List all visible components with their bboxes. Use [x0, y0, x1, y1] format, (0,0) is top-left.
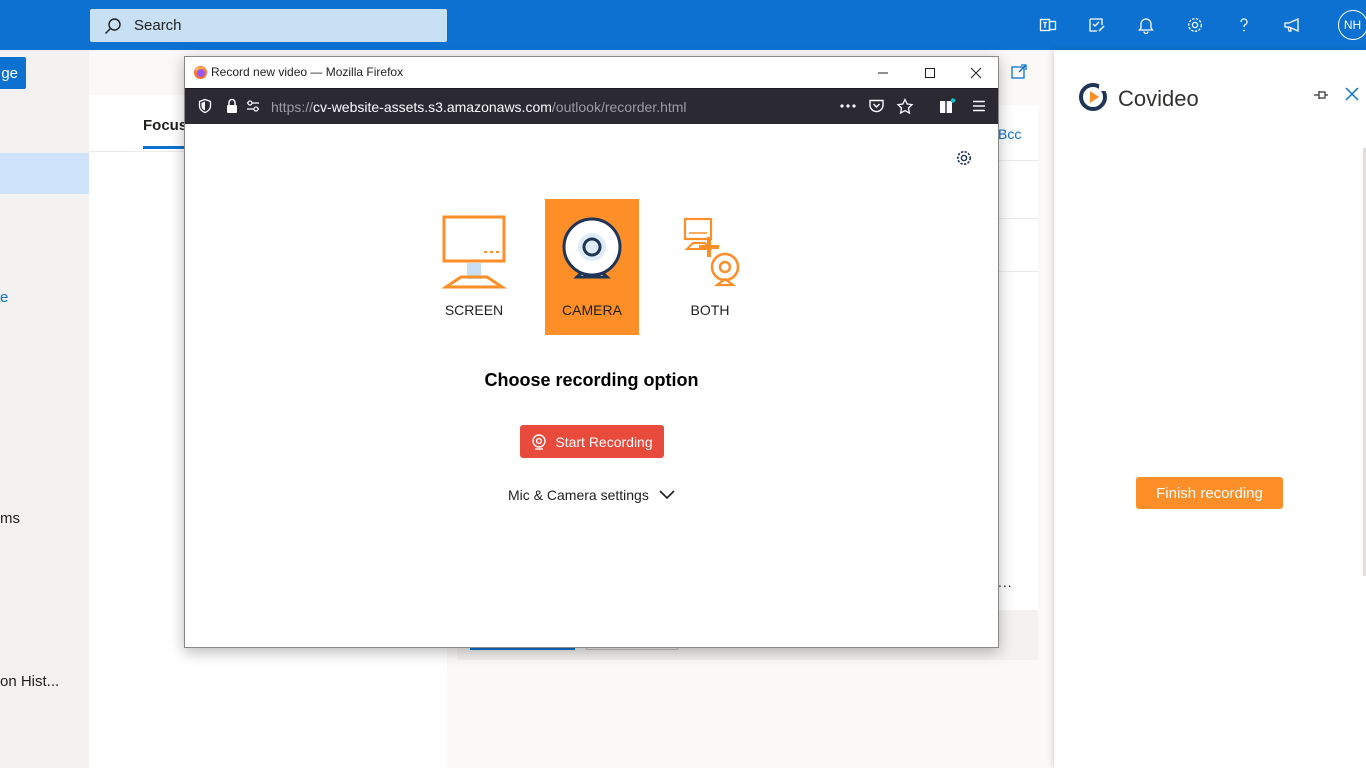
- nav-item-fragment-1[interactable]: e: [0, 289, 8, 306]
- minimize-button[interactable]: [859, 57, 906, 88]
- pin-icon[interactable]: [1312, 86, 1330, 109]
- webcam-icon: [532, 433, 547, 450]
- outlook-header: Search NH: [0, 0, 1366, 50]
- avatar: NH: [1337, 10, 1366, 40]
- covideo-pane: [1054, 50, 1366, 768]
- nav-item-fragment-3[interactable]: on Hist...: [0, 673, 59, 690]
- lock-icon[interactable]: [225, 98, 239, 119]
- pocket-icon[interactable]: [868, 98, 885, 119]
- megaphone-icon[interactable]: [1268, 0, 1317, 50]
- mic-camera-settings-toggle[interactable]: Mic & Camera settings: [508, 487, 675, 503]
- firefox-window: Record new video — Mozilla Firefox https…: [184, 56, 999, 648]
- more-actions-icon[interactable]: [839, 98, 857, 119]
- covideo-title: Covideo: [1118, 86, 1199, 111]
- bcc-link[interactable]: Bcc: [998, 126, 1021, 142]
- tab-focused-indicator: [143, 146, 187, 149]
- finish-recording-button[interactable]: Finish recording: [1136, 477, 1283, 509]
- recording-option-heading: Choose recording option: [484, 370, 699, 390]
- option-label: BOTH: [690, 302, 730, 318]
- close-icon[interactable]: [1344, 86, 1360, 107]
- option-label: SCREEN: [444, 302, 504, 318]
- permissions-icon[interactable]: [245, 98, 261, 119]
- divider: [998, 160, 1038, 161]
- new-message-button[interactable]: ge: [0, 57, 26, 89]
- nav-item-selected[interactable]: [0, 153, 89, 194]
- bell-icon[interactable]: [1121, 0, 1170, 50]
- discard-button[interactable]: [586, 648, 678, 650]
- camera-icon: [562, 217, 622, 279]
- url-bar[interactable]: https://cv-website-assets.s3.amazonaws.c…: [185, 88, 998, 124]
- menu-icon[interactable]: [971, 98, 987, 119]
- gear-icon[interactable]: [1170, 0, 1219, 50]
- mic-camera-settings-label: Mic & Camera settings: [508, 487, 649, 503]
- more-options-button[interactable]: ...: [998, 574, 1013, 590]
- bookmark-star-icon[interactable]: [896, 98, 914, 120]
- screen-icon: [441, 215, 507, 289]
- url-path: /outlook/recorder.html: [551, 99, 687, 115]
- maximize-button[interactable]: [906, 57, 953, 88]
- option-both[interactable]: BOTH: [663, 199, 757, 335]
- url-host: cv-website-assets.s3.amazonaws.com: [313, 99, 552, 115]
- chevron-down-icon: [659, 490, 675, 500]
- window-title: Record new video — Mozilla Firefox: [211, 65, 404, 79]
- search-box[interactable]: Search: [90, 9, 447, 42]
- start-recording-button[interactable]: Start Recording: [520, 425, 664, 458]
- teams-icon[interactable]: [1023, 0, 1072, 50]
- firefox-titlebar: Record new video — Mozilla Firefox: [185, 57, 998, 88]
- todo-icon[interactable]: [1072, 0, 1121, 50]
- divider: [998, 271, 1038, 272]
- covideo-logo-icon: [1079, 83, 1107, 116]
- url-prefix: https://: [271, 99, 314, 115]
- nav-item-fragment-2[interactable]: ms: [0, 510, 20, 527]
- window-close-button[interactable]: [952, 57, 999, 88]
- popout-icon[interactable]: [1011, 64, 1028, 84]
- option-camera[interactable]: CAMERA: [545, 199, 639, 335]
- settings-gear-icon[interactable]: [955, 149, 973, 172]
- help-icon[interactable]: [1219, 0, 1268, 50]
- search-placeholder: Search: [134, 17, 182, 34]
- account-button[interactable]: NH: [1317, 0, 1366, 50]
- option-label: CAMERA: [562, 302, 622, 318]
- option-screen[interactable]: SCREEN: [427, 199, 521, 335]
- divider: [998, 218, 1038, 219]
- firefox-icon: [193, 65, 208, 85]
- search-icon: [105, 17, 121, 34]
- start-recording-label: Start Recording: [555, 433, 653, 450]
- shield-icon[interactable]: [197, 98, 213, 119]
- extensions-icon[interactable]: [938, 98, 956, 120]
- both-icon: [683, 217, 740, 287]
- url-text[interactable]: https://cv-website-assets.s3.amazonaws.c…: [271, 99, 687, 115]
